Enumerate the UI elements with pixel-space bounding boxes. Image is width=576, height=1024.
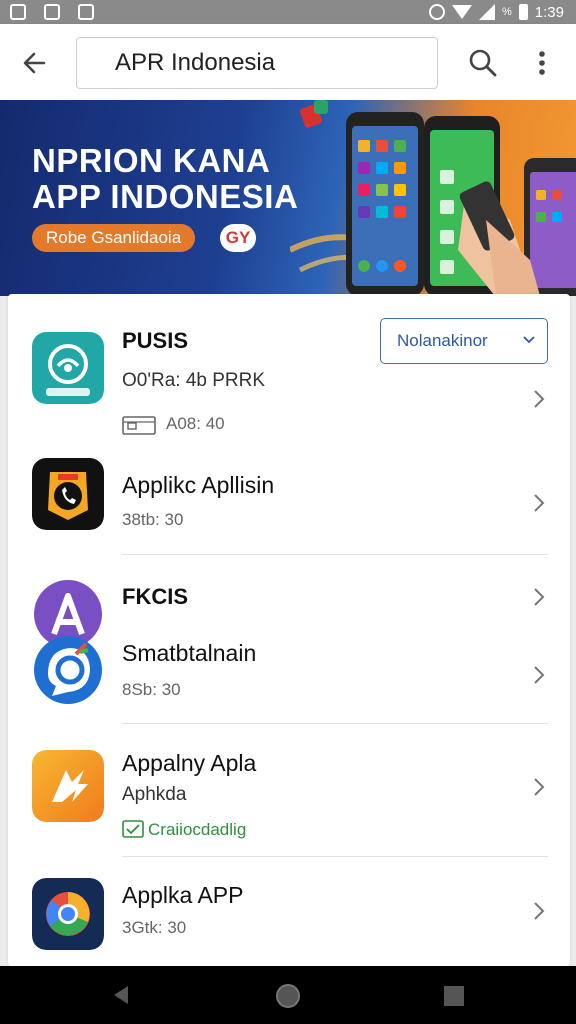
- app-meta: Craiiocdadlig: [148, 820, 247, 839]
- battery-icon: [518, 4, 528, 20]
- app-icon-applikc[interactable]: [32, 458, 104, 530]
- alarm-icon: [429, 4, 446, 20]
- app-title: Smatbtalnain: [122, 640, 257, 666]
- app-meta: 3Gtk: 30: [122, 918, 187, 937]
- nav-home-icon[interactable]: [276, 984, 300, 1008]
- photo-icon: [78, 4, 94, 20]
- app-title: FKCIS: [122, 584, 188, 609]
- app-icon-applka[interactable]: [32, 878, 104, 950]
- promo-banner[interactable]: NPRION KANA APP INDONESIA Robe Gsanlidao…: [0, 100, 576, 296]
- wifi-icon: [452, 5, 473, 19]
- battery-percent: %: [502, 6, 512, 18]
- chevron-right-icon[interactable]: [532, 664, 546, 686]
- app-title: Applikc Apllisin: [122, 472, 275, 498]
- gallery-icon: [44, 4, 60, 20]
- signal-icon: [479, 4, 496, 20]
- app-subtitle: Aphkda: [122, 784, 187, 805]
- verified-icon: [122, 820, 144, 838]
- app-title: PUSIS: [122, 328, 189, 353]
- more-options-icon[interactable]: [528, 46, 556, 80]
- chevron-right-icon[interactable]: [532, 900, 546, 922]
- app-meta: 8Sb: 30: [122, 680, 181, 699]
- banner-pill[interactable]: Robe Gsanlidaoia: [32, 224, 196, 252]
- app-icon-smatbtalnain[interactable]: [32, 634, 104, 706]
- system-nav-bar: [0, 966, 576, 1024]
- mail-icon: [10, 4, 26, 20]
- divider: [122, 554, 548, 555]
- phones-illustration: [290, 100, 576, 296]
- app-title: Applka APP: [122, 882, 244, 908]
- chevron-right-icon[interactable]: [532, 388, 546, 410]
- chevron-right-icon[interactable]: [532, 492, 546, 514]
- chevron-right-icon[interactable]: [532, 776, 546, 798]
- app-title: Appalny Apla: [122, 750, 257, 776]
- status-bar: % 1:39: [0, 0, 576, 24]
- top-app-bar: APR Indonesia: [0, 24, 576, 100]
- chevron-down-icon: [523, 336, 535, 344]
- divider: [122, 723, 548, 724]
- clock: 1:39: [534, 3, 564, 21]
- app-meta: A08: 40: [166, 414, 225, 433]
- back-arrow-icon[interactable]: [18, 46, 52, 80]
- banner-title-line1: NPRION KANA: [32, 142, 271, 179]
- app-subtitle: O0'Ra: 4b PRRK: [122, 370, 266, 391]
- app-icon-appalny[interactable]: [32, 750, 104, 822]
- divider: [122, 856, 548, 857]
- app-meta: 38tb: 30: [122, 510, 184, 529]
- nav-back-icon[interactable]: [110, 984, 132, 1006]
- dropdown-label: Nolanakinor: [397, 331, 488, 350]
- banner-badge: GY: [220, 224, 256, 252]
- search-icon[interactable]: [466, 46, 500, 80]
- app-icon-pusis[interactable]: [32, 332, 104, 404]
- nav-recents-icon[interactable]: [444, 986, 464, 1006]
- storage-icon: [122, 416, 156, 435]
- search-input[interactable]: APR Indonesia: [76, 37, 438, 89]
- chevron-right-icon[interactable]: [532, 586, 546, 608]
- banner-title-line2: APP INDONESIA: [32, 178, 299, 215]
- app-list-card: PUSIS O0'Ra: 4b PRRK A08: 40 Nolanakinor…: [8, 294, 570, 966]
- variant-dropdown[interactable]: Nolanakinor: [380, 318, 548, 364]
